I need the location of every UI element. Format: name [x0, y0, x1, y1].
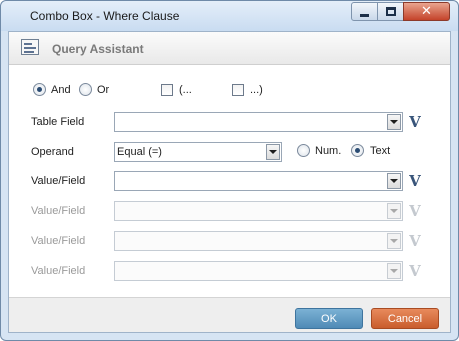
chevron-down-icon — [390, 209, 398, 213]
num-radio[interactable] — [297, 144, 310, 157]
value-field-dropdown-button-3[interactable] — [387, 233, 401, 249]
chevron-down-icon — [390, 179, 398, 183]
close-paren-label: ...) — [250, 84, 263, 96]
text-label: Text — [370, 145, 391, 157]
table-field-value-button[interactable]: V — [407, 113, 423, 131]
operand-combo[interactable]: Equal (=) — [114, 142, 282, 162]
value-field-label-4: Value/Field — [31, 265, 86, 277]
minimize-button[interactable] — [351, 2, 378, 21]
cancel-button[interactable]: Cancel — [371, 308, 439, 329]
chevron-down-icon — [390, 239, 398, 243]
ok-button[interactable]: OK — [295, 308, 363, 329]
query-list-icon — [21, 39, 39, 55]
value-field-label-3: Value/Field — [31, 235, 86, 247]
operand-label: Operand — [31, 146, 74, 158]
panel-title: Query Assistant — [52, 42, 144, 56]
chevron-down-icon — [390, 120, 398, 124]
table-field-combo[interactable] — [114, 112, 403, 132]
panel-header: Query Assistant — [9, 32, 450, 65]
value-field-combo-2[interactable] — [114, 201, 403, 221]
value-field-dropdown-button-4[interactable] — [387, 263, 401, 279]
dialog-footer: OK Cancel — [9, 297, 450, 332]
value-field-value-button-4[interactable]: V — [407, 262, 423, 280]
maximize-icon — [385, 7, 396, 16]
value-field-combo-4[interactable] — [114, 261, 403, 281]
dialog-content: Query Assistant And Or (... ...) Table F… — [8, 31, 451, 333]
value-field-label-2: Value/Field — [31, 205, 86, 217]
title-bar[interactable]: Combo Box - Where Clause ✕ — [1, 1, 458, 31]
operand-dropdown-button[interactable] — [266, 144, 280, 160]
open-paren-label: (... — [179, 84, 192, 96]
minimize-icon — [360, 13, 369, 17]
window-title: Combo Box - Where Clause — [30, 9, 180, 23]
table-field-dropdown-button[interactable] — [387, 114, 401, 130]
value-field-dropdown-button-1[interactable] — [387, 173, 401, 189]
value-field-combo-1[interactable] — [114, 171, 403, 191]
open-paren-checkbox[interactable] — [161, 84, 173, 96]
and-radio[interactable] — [33, 83, 46, 96]
value-field-dropdown-button-2[interactable] — [387, 203, 401, 219]
maximize-button[interactable] — [377, 2, 404, 21]
chevron-down-icon — [269, 150, 277, 154]
text-radio[interactable] — [351, 144, 364, 157]
value-field-value-button-2[interactable]: V — [407, 202, 423, 220]
or-radio[interactable] — [79, 83, 92, 96]
value-field-combo-3[interactable] — [114, 231, 403, 251]
value-field-value-button-1[interactable]: V — [407, 172, 423, 190]
value-field-value-button-3[interactable]: V — [407, 232, 423, 250]
num-label: Num. — [315, 145, 342, 157]
operand-value: Equal (=) — [117, 146, 162, 158]
or-label: Or — [97, 84, 110, 96]
close-button[interactable]: ✕ — [403, 2, 450, 21]
dialog-window: Combo Box - Where Clause ✕ Query Assista… — [0, 0, 459, 341]
and-label: And — [51, 84, 71, 96]
close-paren-checkbox[interactable] — [232, 84, 244, 96]
table-field-label: Table Field — [31, 116, 85, 128]
close-icon: ✕ — [421, 4, 432, 19]
chevron-down-icon — [390, 269, 398, 273]
value-field-label-1: Value/Field — [31, 175, 86, 187]
